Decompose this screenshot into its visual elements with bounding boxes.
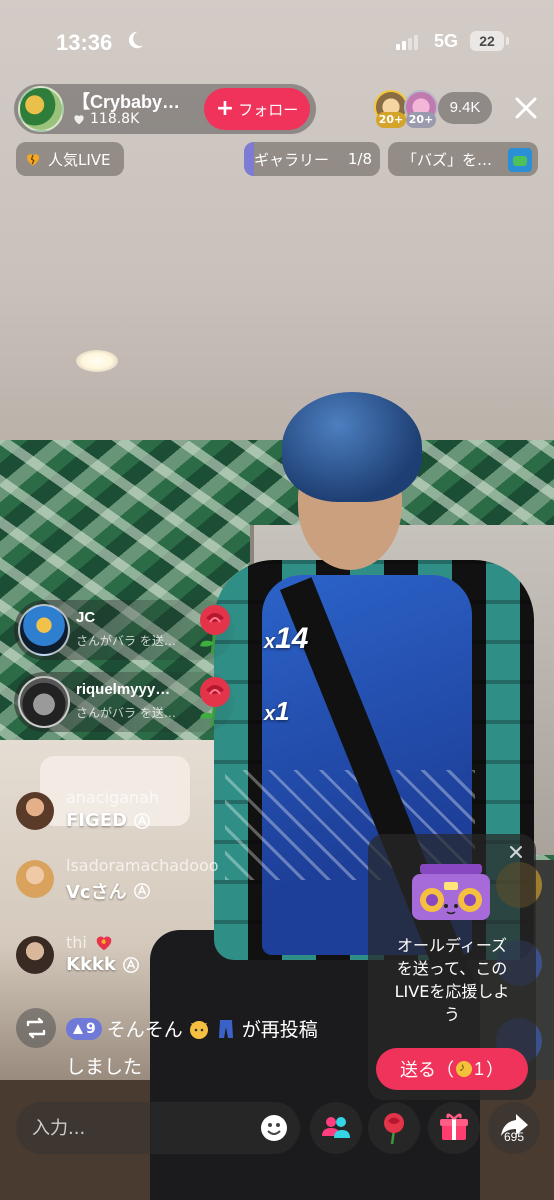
gift-promo-card[interactable]: オールディーズ を送って、この LIVEを応援しよ う 送る（ 1 ）	[368, 834, 536, 1100]
repost-line-2: しました	[66, 1056, 143, 1078]
jeans-emoji-icon	[218, 1019, 233, 1038]
rose-gift-icon	[200, 605, 230, 655]
host-avatar[interactable]	[18, 86, 64, 132]
host-info-bar[interactable]: 【Crybaby… 118.8K + フォロー	[14, 84, 316, 134]
rose-icon	[384, 1113, 404, 1145]
gift-text: さんがバラ を送…	[76, 634, 176, 648]
translate-icon[interactable]	[133, 812, 151, 830]
streamer-hair	[282, 392, 422, 502]
viewer-rank-badge: 20+	[376, 112, 406, 128]
gallery-page: 1/8	[347, 150, 372, 168]
gift-box-icon	[440, 1113, 468, 1140]
plus-icon: +	[215, 96, 235, 121]
follow-button[interactable]: + フォロー	[204, 88, 310, 130]
gallery-accent	[244, 142, 254, 176]
close-icon[interactable]	[510, 92, 542, 124]
comment-input-bar[interactable]	[16, 1102, 300, 1154]
rose-gift-icon	[200, 677, 230, 727]
signal-icon	[396, 34, 418, 50]
share-count: 695	[503, 1130, 525, 1144]
promo-message: オールディーズ を送って、この LIVEを応援しよ う	[394, 936, 510, 1024]
boombox-gift-icon	[412, 864, 490, 920]
gift-sender-name: JC	[76, 609, 96, 626]
multi-guest-button[interactable]	[310, 1102, 362, 1154]
gift-combo-count: x14	[264, 622, 309, 655]
share-button[interactable]: 695	[488, 1102, 540, 1154]
comment-input[interactable]	[32, 1110, 252, 1146]
gift-combo-count: x1	[264, 696, 290, 726]
close-icon[interactable]	[506, 842, 526, 862]
heart-icon	[74, 115, 84, 125]
buzz-label: 「バズ」を…	[402, 150, 493, 169]
host-likes: 118.8K	[72, 111, 139, 127]
moon-icon	[128, 31, 144, 49]
popular-live-label: 人気LIVE	[48, 150, 111, 169]
follow-label: フォロー	[238, 100, 299, 119]
commenter-name-row: thi	[66, 932, 115, 952]
gift-sender-avatar[interactable]	[18, 676, 70, 728]
send-gift-button[interactable]: 送る（ 1 ）	[376, 1048, 528, 1090]
broken-heart-icon	[27, 154, 39, 166]
buzz-chip[interactable]: 「バズ」を…	[388, 142, 538, 176]
gift-text: さんがバラ を送…	[76, 706, 176, 720]
repost-line: 9 そんそん が再投稿	[66, 1015, 318, 1042]
translate-icon[interactable]	[133, 882, 151, 900]
guests-icon	[322, 1117, 350, 1138]
user-level-badge: 9	[66, 1017, 102, 1040]
buzz-thumbnail	[508, 148, 532, 172]
network-type: 5G	[434, 31, 459, 51]
battery-icon: 22	[470, 31, 504, 51]
commenter-avatar[interactable]	[16, 936, 54, 974]
gift-button[interactable]	[428, 1102, 480, 1154]
commenter-name: anaciganah	[66, 788, 160, 807]
gift-sender-avatar[interactable]	[18, 604, 70, 656]
status-bar: 13:36 5G 22	[0, 0, 554, 84]
gallery-label: ギャラリー	[254, 150, 330, 169]
repost-user[interactable]: そんそん	[107, 1015, 183, 1042]
share-arrow-icon	[501, 1114, 528, 1136]
host-likes-count: 118.8K	[90, 111, 140, 127]
comment-text: Kkkk	[66, 954, 140, 975]
emoji-icon[interactable]	[258, 1112, 290, 1144]
translate-icon[interactable]	[122, 956, 140, 974]
repost-suffix: が再投稿	[241, 1019, 318, 1041]
viewer-count[interactable]: 9.4K	[438, 92, 492, 124]
commenter-name: thi	[66, 932, 87, 952]
gift-sender-name: riquelmyyy…	[76, 681, 171, 698]
coin-icon	[455, 1060, 472, 1077]
rose-quick-gift-button[interactable]	[368, 1102, 420, 1154]
repost-notice: 9 そんそん が再投稿 しました	[16, 1008, 356, 1098]
repost-icon	[16, 1008, 56, 1048]
heart-on-fire-icon	[96, 936, 112, 951]
viewer-rank-badge: 20+	[406, 112, 436, 128]
comment-text: Vcさん	[66, 878, 151, 904]
cat-emoji-icon	[189, 1020, 208, 1039]
commenter-name: lsadoramachadooo	[66, 856, 219, 875]
popular-live-chip[interactable]: 人気LIVE	[16, 142, 124, 176]
commenter-avatar[interactable]	[16, 860, 54, 898]
battery-tip	[506, 37, 509, 45]
status-time: 13:36	[56, 30, 113, 55]
comment-text: FIGED	[66, 810, 151, 831]
level-triangle-icon	[73, 1023, 83, 1034]
gallery-chip[interactable]: ギャラリー 1/8	[244, 142, 380, 176]
commenter-avatar[interactable]	[16, 792, 54, 830]
